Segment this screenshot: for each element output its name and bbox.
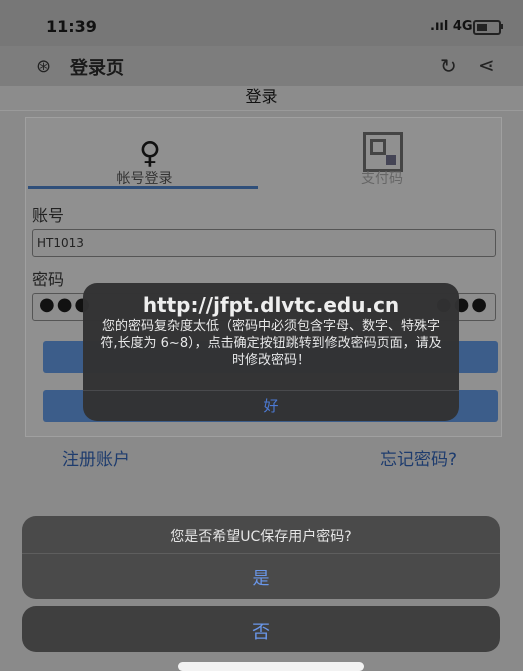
compass-icon[interactable]: ⊛: [36, 56, 51, 77]
refresh-icon[interactable]: ↻: [440, 54, 457, 78]
page-title: 登录页: [70, 58, 124, 79]
tab-pay-code[interactable]: 支付码: [263, 118, 501, 188]
tab-pay-code-label: 支付码: [361, 171, 403, 187]
tab-account-login-label: 帐号登录: [116, 171, 173, 187]
account-input[interactable]: HT1013: [32, 229, 496, 257]
alert-dialog: http://jfpt.dlvtc.edu.cn 您的密码复杂度太低（密码中必须…: [83, 283, 459, 421]
qr-code-icon: [363, 132, 403, 172]
active-tab-indicator: [28, 186, 258, 189]
save-password-no-label: 否: [252, 622, 270, 643]
forgot-password-link[interactable]: 忘记密码?: [380, 445, 457, 470]
share-icon[interactable]: ⋖: [478, 53, 495, 77]
user-icon: ♀: [139, 136, 161, 171]
alert-ok-button[interactable]: 好: [83, 395, 459, 416]
screen: 11:39 .ııl 4G ⊛ 登录页 ↻ ⋖ 登录 ♀ 帐号登录 支付码 账号: [0, 0, 523, 671]
clock: 11:39: [46, 17, 97, 36]
sheet-message: 您是否希望UC保存用户密码?: [170, 529, 352, 545]
alert-message: 您的密码复杂度太低（密码中必须包含字母、数字、特殊字符,长度为 6~8），点击确…: [100, 319, 442, 368]
status-bar: 11:39 .ııl 4G: [0, 0, 523, 46]
account-label: 账号: [32, 206, 65, 225]
signal-indicator: .ııl 4G: [430, 19, 473, 34]
battery-tip: [500, 24, 503, 29]
browser-nav-bar: ⊛ 登录页 ↻ ⋖: [0, 46, 523, 86]
save-password-no-button[interactable]: 否: [22, 606, 500, 652]
battery-icon: [473, 20, 501, 35]
login-heading: 登录: [245, 87, 278, 106]
home-indicator[interactable]: [178, 662, 364, 671]
alert-title: http://jfpt.dlvtc.edu.cn: [142, 293, 400, 317]
sheet-divider: [22, 553, 500, 554]
save-password-sheet: 您是否希望UC保存用户密码? 是: [22, 516, 500, 599]
password-label: 密码: [32, 270, 65, 289]
save-password-yes-button[interactable]: 是: [22, 564, 500, 589]
alert-divider: [83, 390, 459, 391]
tab-account-login[interactable]: ♀ 帐号登录: [26, 118, 263, 189]
register-link[interactable]: 注册账户: [62, 445, 130, 470]
